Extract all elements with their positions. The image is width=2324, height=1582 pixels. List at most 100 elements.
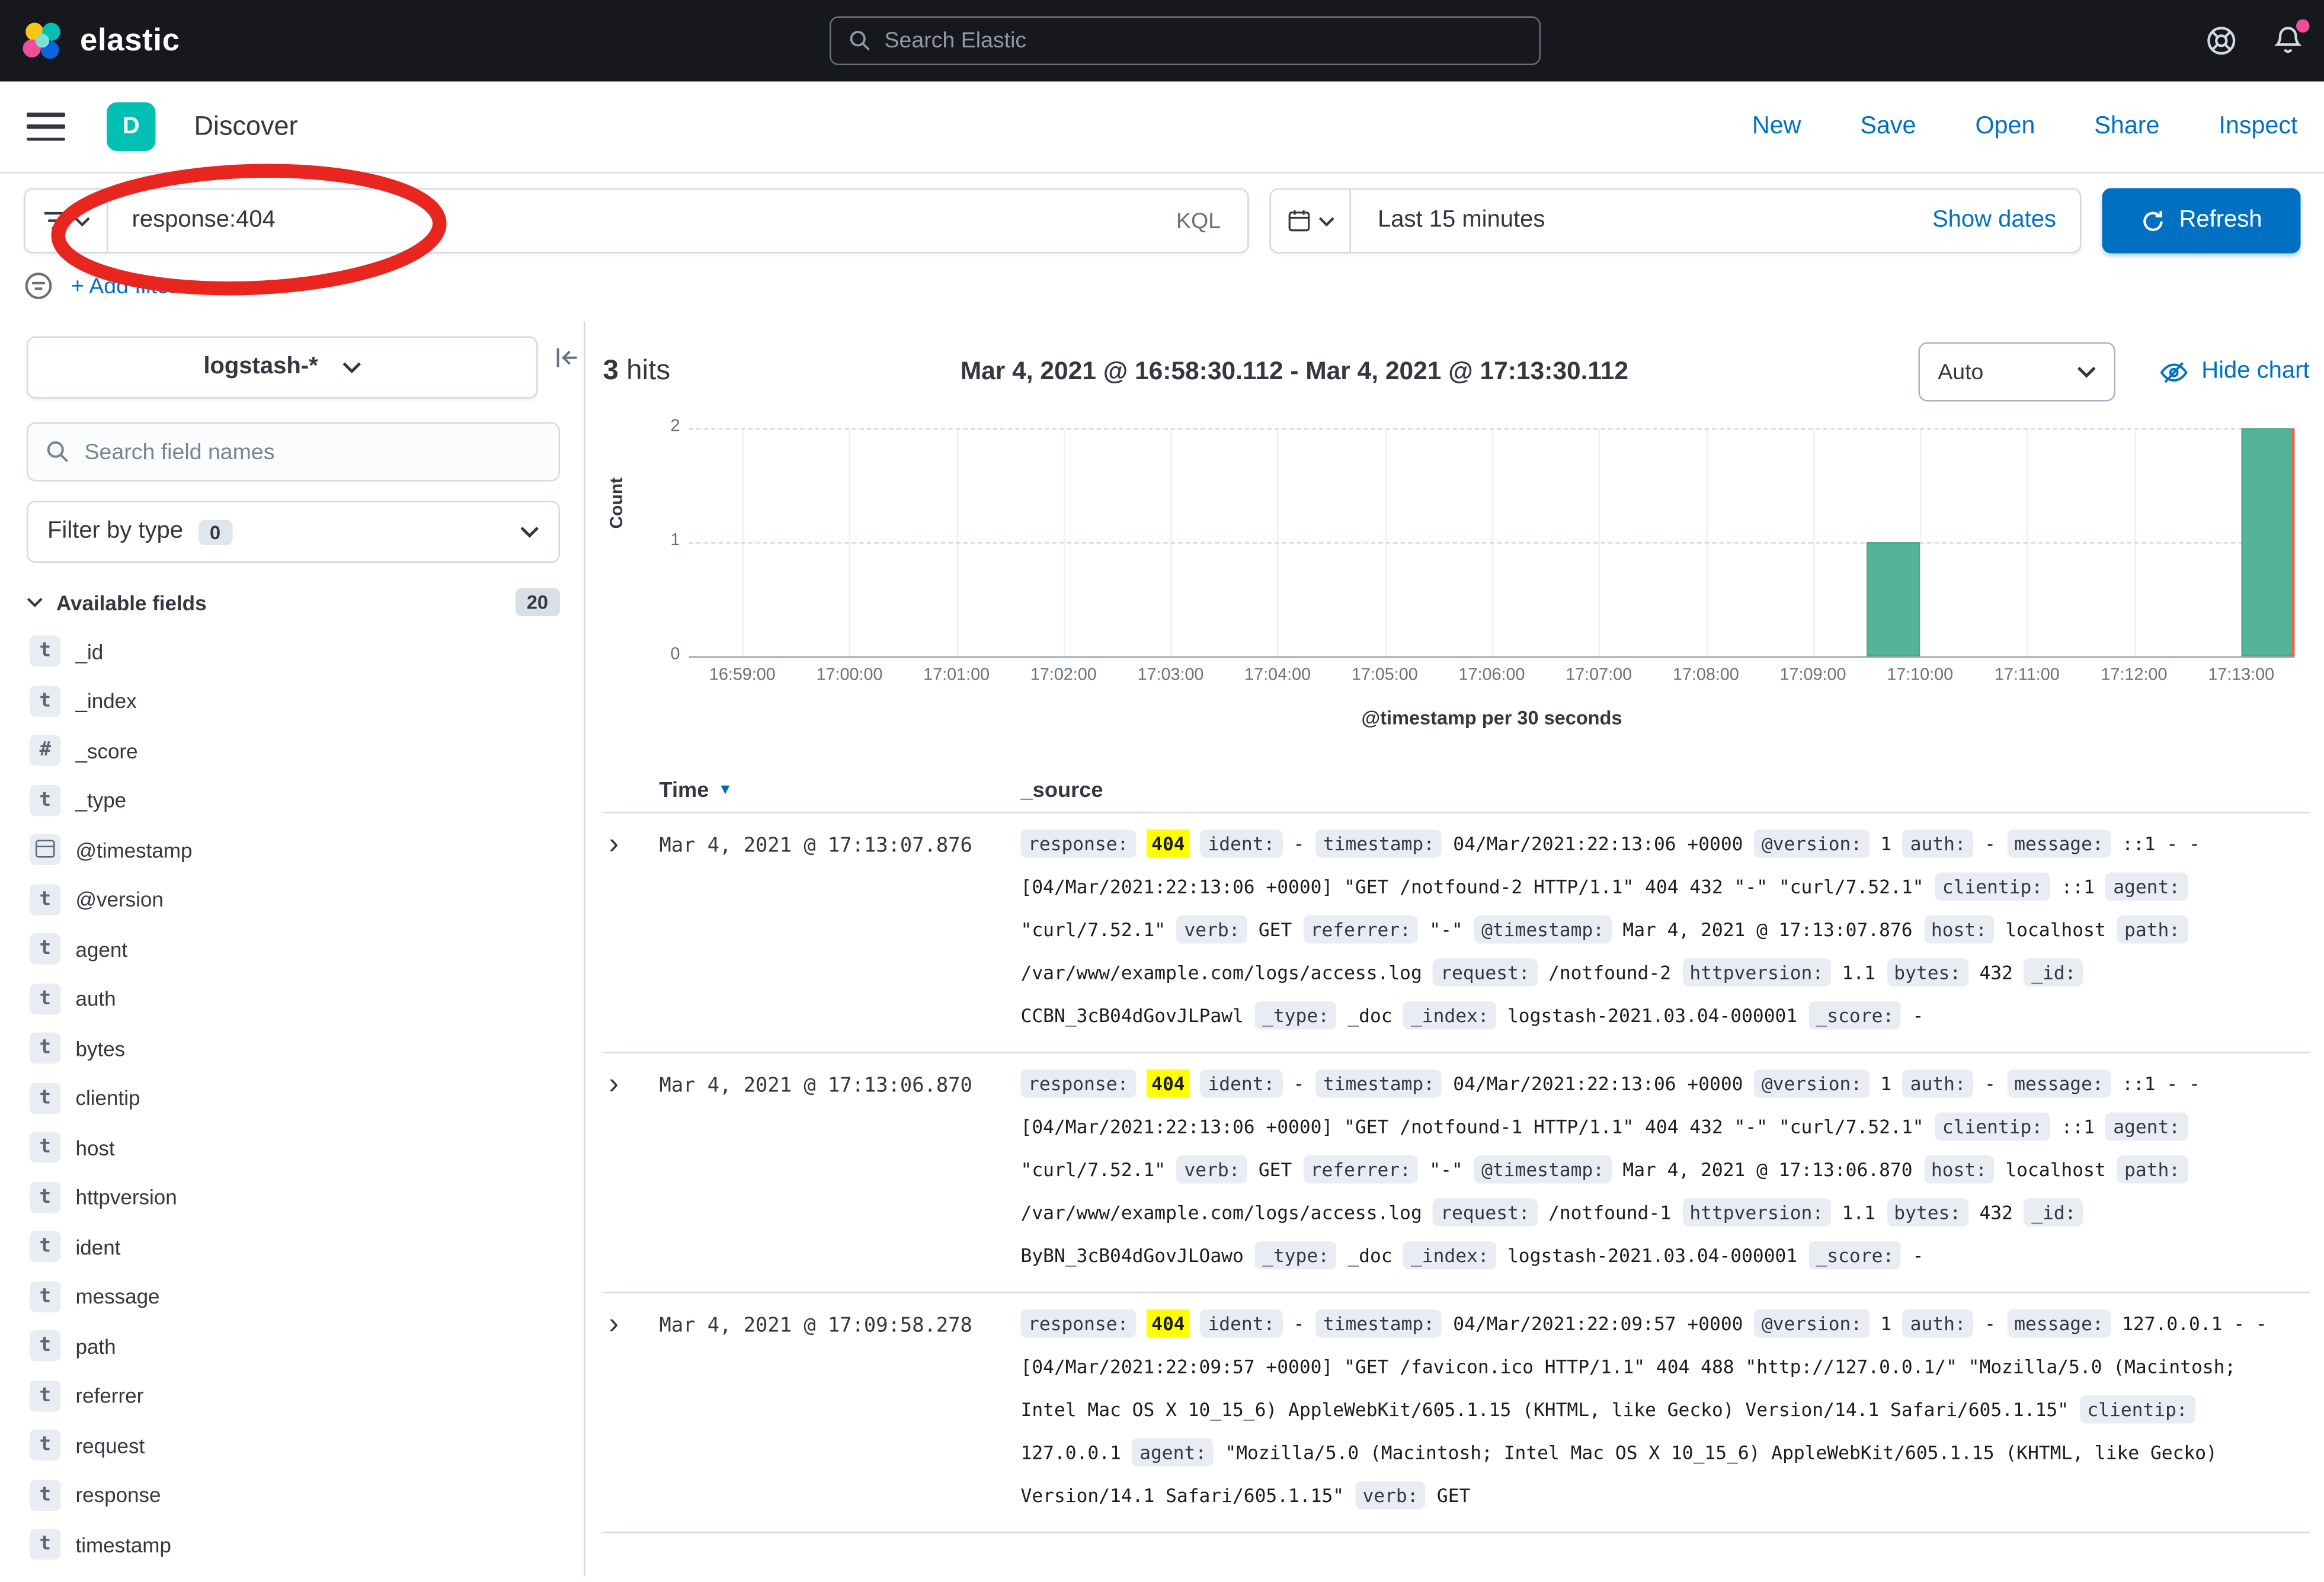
source-field-name: @timestamp: (1474, 915, 1612, 944)
field-item-@timestamp[interactable]: @timestamp (27, 825, 560, 875)
expand-row-button[interactable]: › (603, 822, 660, 861)
time-range-value[interactable]: Last 15 minutes (1351, 207, 1932, 234)
source-value: /notfound-2 (1548, 962, 1671, 984)
field-item-bytes[interactable]: tbytes (27, 1024, 560, 1074)
field-item-timestamp[interactable]: ttimestamp (27, 1520, 560, 1570)
field-item-ident[interactable]: tident (27, 1222, 560, 1272)
source-value: GET (1259, 1158, 1292, 1181)
eye-slash-icon (2160, 358, 2188, 386)
field-type-icon: t (30, 1479, 61, 1511)
calendar-field-type-icon (30, 834, 61, 866)
field-type-icon: t (30, 1430, 61, 1461)
histogram-bar[interactable] (1867, 542, 1920, 657)
source-value: - (1294, 1312, 1305, 1335)
refresh-icon (2140, 208, 2166, 233)
x-tick-label: 17:03:00 (1138, 667, 1204, 684)
field-item-auth[interactable]: tauth (27, 974, 560, 1024)
histogram-bar[interactable] (2241, 428, 2294, 657)
chevron-down-icon (2077, 366, 2096, 378)
field-item-agent[interactable]: tagent (27, 924, 560, 974)
header-action-inspect[interactable]: Inspect (2219, 113, 2297, 141)
hide-chart-link[interactable]: Hide chart (2160, 358, 2309, 386)
global-header: elastic Search Elastic (0, 0, 2324, 82)
search-icon (46, 440, 70, 464)
x-tick-label: 17:00:00 (817, 667, 883, 684)
source-value: - (1913, 1004, 1924, 1027)
kql-button[interactable]: KQL (1150, 208, 1247, 233)
source-field-name: ident: (1201, 1309, 1282, 1338)
index-pattern-selector[interactable]: logstash-* (27, 337, 538, 399)
source-value: - (1913, 1244, 1924, 1267)
source-value: localhost (2005, 1158, 2105, 1181)
header-action-open[interactable]: Open (1975, 113, 2035, 141)
global-header-actions (2206, 25, 2304, 57)
plot-area: 012 (689, 428, 2295, 658)
expand-row-button[interactable]: › (603, 1302, 660, 1341)
table-row: ›Mar 4, 2021 @ 17:13:06.870response: 404… (603, 1053, 2310, 1293)
alerts-button[interactable] (2272, 25, 2304, 57)
field-item-host[interactable]: thost (27, 1123, 560, 1173)
source-field-name: response: (1021, 830, 1136, 858)
source-field-name: message: (2007, 1309, 2111, 1338)
filter-list-icon (42, 210, 66, 231)
source-field-name: agent: (1132, 1439, 1214, 1467)
field-item-message[interactable]: tmessage (27, 1272, 560, 1321)
add-filter-link[interactable]: + Add filter (71, 273, 177, 299)
show-dates-link[interactable]: Show dates (1932, 207, 2080, 234)
query-menu-button[interactable] (25, 190, 108, 252)
field-name: _type (76, 789, 127, 812)
source-value: ByBN_3cB04dGovJLOawo (1021, 1244, 1244, 1267)
help-button[interactable] (2206, 25, 2237, 57)
field-type-icon: t (30, 1033, 61, 1064)
header-action-new[interactable]: New (1752, 113, 1801, 141)
field-item-referrer[interactable]: treferrer (27, 1371, 560, 1421)
x-tick-label: 17:05:00 (1352, 667, 1418, 684)
source-value: _doc (1347, 1244, 1392, 1267)
global-search-placeholder: Search Elastic (885, 28, 1027, 54)
header-action-save[interactable]: Save (1860, 113, 1916, 141)
refresh-button[interactable]: Refresh (2102, 188, 2301, 254)
field-item-_type[interactable]: t_type (27, 776, 560, 825)
doc-time: Mar 4, 2021 @ 17:13:07.876 (660, 822, 1021, 1037)
source-field-name: path: (2117, 1155, 2188, 1184)
source-field-name: _type: (1255, 1001, 1337, 1030)
available-fields-toggle[interactable]: Available fields 20 (27, 588, 560, 617)
table-row: ›Mar 4, 2021 @ 17:09:58.278response: 404… (603, 1293, 2310, 1533)
field-item-@version[interactable]: t@version (27, 875, 560, 924)
field-item-clientip[interactable]: tclientip (27, 1073, 560, 1123)
field-item-request[interactable]: trequest (27, 1421, 560, 1471)
filter-by-type-dropdown[interactable]: Filter by type 0 (27, 501, 560, 563)
field-item-httpversion[interactable]: thttpversion (27, 1173, 560, 1222)
source-field-name: _score: (1808, 1001, 1902, 1030)
source-field-name: request: (1433, 959, 1538, 987)
field-search-input[interactable]: Search field names (27, 422, 560, 482)
field-search-placeholder: Search field names (85, 439, 275, 465)
source-value: "-" (1429, 1158, 1462, 1181)
query-input[interactable]: response:404 (108, 207, 1150, 234)
expand-row-button[interactable]: › (603, 1062, 660, 1101)
header-action-share[interactable]: Share (2094, 113, 2159, 141)
calendar-menu-button[interactable] (1271, 190, 1351, 252)
x-tick-label: 17:10:00 (1887, 667, 1953, 684)
query-bar: response:404 KQL (24, 188, 1249, 254)
field-item-path[interactable]: tpath (27, 1321, 560, 1371)
query-text: response:404 (132, 207, 276, 233)
field-type-icon: t (30, 636, 61, 667)
x-tick-label: 17:06:00 (1459, 667, 1525, 684)
chevron-down-icon (342, 361, 361, 373)
elastic-home-link[interactable]: elastic (21, 18, 180, 63)
collapse-sidebar-button[interactable] (554, 345, 580, 371)
hits-row: 3 hits Mar 4, 2021 @ 16:58:30.112 - Mar … (603, 342, 2310, 402)
global-search-input[interactable]: Search Elastic (830, 17, 1541, 66)
menu-button[interactable] (27, 113, 65, 141)
source-value: 1.1 (1842, 962, 1875, 984)
filter-icon[interactable] (24, 271, 53, 301)
field-item-_score[interactable]: #_score (27, 726, 560, 776)
x-tick-label: 17:12:00 (2101, 667, 2168, 684)
time-column-header[interactable]: Time ▼ (660, 779, 1021, 802)
field-item-response[interactable]: tresponse (27, 1470, 560, 1520)
field-item-_id[interactable]: t_id (27, 627, 560, 677)
field-item-_index[interactable]: t_index (27, 676, 560, 726)
interval-select[interactable]: Auto (1919, 342, 2116, 402)
chevron-down-icon (27, 597, 43, 608)
